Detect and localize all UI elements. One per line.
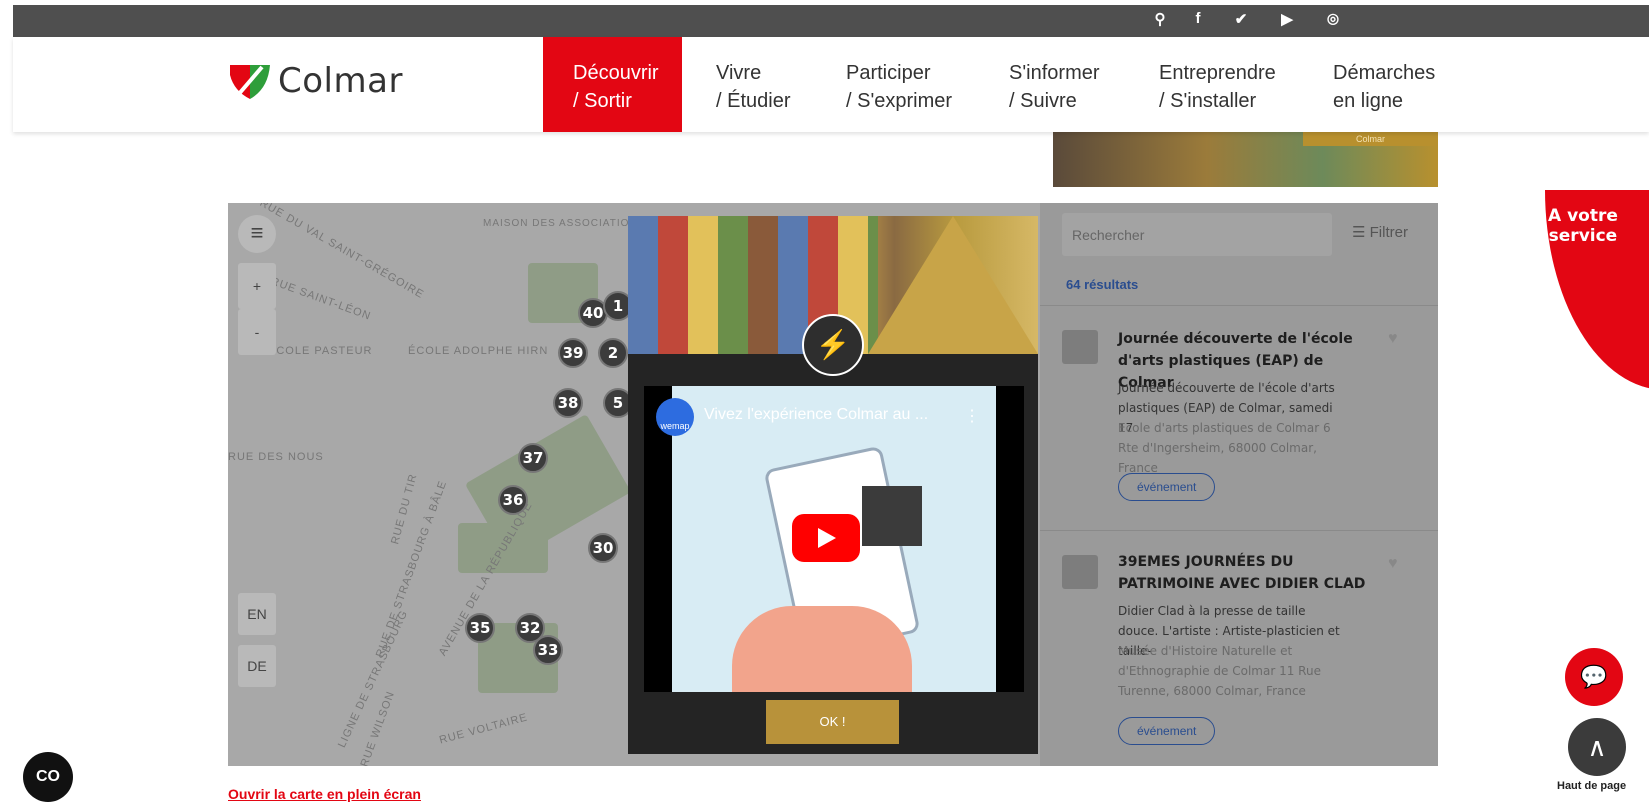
youtube-play-button[interactable]: [792, 514, 860, 562]
ok-button[interactable]: OK !: [766, 700, 899, 744]
map-marker[interactable]: 35: [465, 613, 495, 643]
accessibility-button[interactable]: CO: [23, 752, 73, 802]
channel-name: wemap: [660, 421, 690, 431]
card-tag[interactable]: événement: [1118, 717, 1216, 745]
map-marker[interactable]: 38: [553, 388, 583, 418]
map-menu-button[interactable]: ≡: [238, 215, 276, 253]
results-count: 64 résultats: [1066, 277, 1139, 292]
wemap-channel-icon[interactable]: wemap: [656, 398, 694, 436]
filter-icon: ☰: [1352, 224, 1366, 241]
scroll-top-label[interactable]: Haut de page: [1557, 780, 1626, 792]
nav-vivre[interactable]: Vivre / Étudier: [716, 37, 790, 132]
street-label: ÉCOLE ADOLPHE HIRN: [408, 345, 549, 357]
service-label[interactable]: A votre service: [1548, 206, 1618, 246]
colmar-shield-icon: [230, 65, 270, 99]
search-input[interactable]: Rechercher: [1062, 213, 1332, 256]
map-marker[interactable]: 2: [598, 338, 628, 368]
filter-label: Filtrer: [1369, 224, 1408, 241]
twitter-icon[interactable]: ✔: [1231, 10, 1251, 28]
nav-label: Vivre: [716, 62, 762, 84]
facebook-icon[interactable]: f: [1188, 10, 1208, 27]
street-label: MAISON DES ASSOCIATIONS: [483, 218, 646, 229]
video-title[interactable]: Vivez l'expérience Colmar au ...: [704, 406, 928, 424]
card-thumbnail: [1062, 330, 1098, 364]
lang-de-button[interactable]: DE: [238, 645, 276, 687]
nav-demarches[interactable]: Démarches en ligne: [1333, 37, 1435, 132]
intro-modal: ⚡ wemap Vivez l'expérience Colmar au ...…: [628, 216, 1038, 754]
logo-text: Colmar: [278, 61, 403, 101]
service-line: service: [1548, 226, 1618, 246]
street-label: RUE DU TIR: [389, 472, 420, 546]
chevron-up-icon: ∧: [1587, 732, 1607, 762]
nav-label: / Sortir: [573, 90, 632, 112]
nav-label: en ligne: [1333, 90, 1404, 112]
map-marker[interactable]: 33: [533, 635, 563, 665]
results-panel: Rechercher ☰ Filtrer 64 résultats Journé…: [1040, 203, 1438, 766]
chat-button[interactable]: 💬: [1565, 648, 1623, 706]
nav-label: Entreprendre: [1159, 62, 1276, 84]
card-address: Ecole d'arts plastiques de Colmar 6 Rte …: [1118, 421, 1331, 475]
filter-button[interactable]: ☰ Filtrer: [1352, 223, 1408, 241]
banner-image[interactable]: Colmar: [1053, 132, 1438, 187]
street-label: RUE VOLTAIRE: [437, 711, 530, 747]
nav-label: / S'exprimer: [846, 90, 953, 112]
nav-label: Participer: [846, 62, 931, 84]
statue-triangle-image: [868, 216, 1038, 354]
fullscreen-map-link[interactable]: Ouvrir la carte en plein écran: [228, 786, 421, 802]
street-label: RUE DE STRASBOURG À BÂLE: [373, 478, 450, 660]
nav-decouvrir[interactable]: Découvrir / Sortir: [543, 37, 682, 132]
chat-icon: 💬: [1580, 664, 1608, 689]
colmar-logo[interactable]: Colmar: [228, 61, 403, 101]
card-title[interactable]: 39EMES JOURNÉES DU PATRIMOINE AVEC DIDIE…: [1118, 551, 1368, 595]
colmar-emblem-icon: ⚡: [802, 314, 864, 376]
hands-illustration: [732, 606, 912, 692]
nav-entreprendre[interactable]: Entreprendre / S'installer: [1159, 37, 1276, 132]
top-bar: ⚲ f ✔ ▶ ◎: [13, 5, 1649, 37]
result-card[interactable]: Journée découverte de l'école d'arts pla…: [1040, 305, 1438, 530]
card-thumbnail: [1062, 555, 1098, 589]
card-address: Musée d'Histoire Naturelle et d'Ethnogra…: [1118, 644, 1321, 698]
lang-en-button[interactable]: EN: [238, 593, 276, 635]
banner-caption: Colmar: [1303, 132, 1438, 146]
map-square-illustration: [862, 486, 922, 546]
zoom-in-button[interactable]: +: [238, 263, 276, 309]
street-label: RUE SAINT-LÉON: [269, 275, 373, 323]
nav-participer[interactable]: Participer / S'exprimer: [846, 37, 952, 132]
favorite-icon[interactable]: ♥: [1388, 330, 1398, 348]
nav-sinformer[interactable]: S'informer / Suivre: [1009, 37, 1100, 132]
map-marker[interactable]: 39: [558, 338, 588, 368]
nav-label: / S'installer: [1159, 90, 1257, 112]
favorite-icon[interactable]: ♥: [1388, 555, 1398, 573]
nav-label: / Étudier: [716, 90, 791, 112]
card-tag[interactable]: événement: [1118, 473, 1216, 501]
video-more-icon[interactable]: ⋮: [964, 406, 980, 426]
map-marker[interactable]: 36: [498, 485, 528, 515]
nav-label: Démarches: [1333, 62, 1436, 84]
video-player[interactable]: wemap Vivez l'expérience Colmar au ... ⋮: [644, 386, 1024, 692]
nav-label: Découvrir: [573, 62, 659, 84]
search-icon[interactable]: ⚲: [1150, 10, 1170, 28]
nav-label: / Suivre: [1009, 90, 1077, 112]
instagram-icon[interactable]: ◎: [1323, 10, 1343, 27]
youtube-icon[interactable]: ▶: [1277, 10, 1297, 28]
street-label: RUE DES NOUS: [228, 451, 324, 463]
result-card[interactable]: 39EMES JOURNÉES DU PATRIMOINE AVEC DIDIE…: [1040, 530, 1438, 766]
service-line: A votre: [1548, 206, 1618, 226]
scroll-top-button[interactable]: ∧: [1568, 718, 1626, 776]
play-icon: [818, 528, 836, 548]
map-marker[interactable]: 37: [518, 443, 548, 473]
nav-label: S'informer: [1009, 62, 1100, 84]
zoom-out-button[interactable]: -: [238, 309, 276, 355]
site-header: Colmar Découvrir / Sortir Vivre / Étudie…: [13, 37, 1649, 132]
map-marker[interactable]: 30: [588, 533, 618, 563]
street-label: ÉCOLE PASTEUR: [268, 345, 373, 357]
